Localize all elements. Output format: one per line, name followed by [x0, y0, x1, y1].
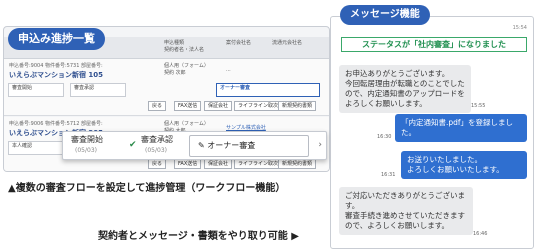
- message-bubble-outgoing: 「内定通知書.pdf」を登録しました。: [395, 114, 527, 142]
- check-icon: ✔: [129, 140, 137, 150]
- workflow-step[interactable]: 審査開始: [8, 83, 64, 97]
- workflow-step[interactable]: 本人確認: [8, 141, 64, 155]
- popup-step-review-approved: 審査承認: [141, 135, 173, 144]
- caption-messaging: 契約者とメッセージ・書類をやり取り可能 ▶: [98, 231, 299, 242]
- header-company: 案付会社名: [226, 40, 252, 46]
- workflow-steps: 審査開始 審査承認 オーナー審査: [8, 83, 326, 97]
- record-property-name[interactable]: いえらぶマンション新宿 105: [9, 70, 103, 80]
- message-bubble-incoming: ご対応いただきありがとうございます。 審査手続き進めさせていただきますので、よろ…: [339, 187, 473, 235]
- popup-step-review-start: 審査開始: [71, 135, 103, 144]
- guarantor-button[interactable]: 保証会社: [204, 101, 233, 111]
- chevron-right-icon[interactable]: ›: [318, 140, 322, 150]
- record-type: 個人用（フォーム）: [164, 121, 209, 127]
- section-title-message: メッセージ機能: [340, 5, 430, 25]
- record-person: 契約 次郎: [164, 70, 186, 76]
- record-meta: 申込番号:9004 物件番号:5731 部屋番号:: [9, 63, 103, 69]
- popup-step-date: (05/03): [75, 147, 97, 154]
- new-contract-button[interactable]: 新規契約書類: [278, 159, 317, 169]
- workflow-step-active[interactable]: オーナー審査: [216, 83, 320, 97]
- message-timestamp: 15:54: [512, 25, 527, 31]
- message-panel: 15:54 ステータスが「社内審査」になりました お申込ありがとうございます。 …: [330, 16, 534, 249]
- popup-active-label: オーナー審査: [207, 141, 256, 150]
- fax-button[interactable]: FAX送信: [174, 101, 202, 111]
- message-bubble-incoming: お申込ありがとうございます。 今回転居理由が転職とのことでしたので、内定通知書の…: [339, 65, 471, 113]
- lifeline-button[interactable]: ライフライン取次: [234, 101, 283, 111]
- lifeline-button[interactable]: ライフライン取次: [234, 159, 283, 169]
- message-timestamp: 16:31: [381, 172, 396, 178]
- message-timestamp: 15:55: [471, 103, 486, 109]
- fax-button[interactable]: FAX送信: [174, 159, 202, 169]
- back-button[interactable]: 戻る: [148, 101, 167, 111]
- header-application-type: 申込種類 契約者名・法人名: [164, 40, 205, 53]
- guarantor-button[interactable]: 保証会社: [204, 159, 233, 169]
- table-row[interactable]: 申込番号:9004 物件番号:5731 部屋番号: いえらぶマンション新宿 10…: [4, 59, 329, 116]
- new-contract-button[interactable]: 新規契約書類: [278, 101, 317, 111]
- message-timestamp: 16:46: [473, 231, 488, 237]
- popup-step-owner-review[interactable]: ✎ オーナー審査: [189, 135, 309, 157]
- workflow-step[interactable]: 審査承認: [70, 83, 126, 97]
- back-button[interactable]: 戻る: [148, 159, 167, 169]
- workflow-popup: 審査開始 (05/03) ✔ 審査承認 (05/03) ✎ オーナー審査 ›: [62, 131, 327, 160]
- caption-workflow: ▲複数の審査フローを設定して進捗管理（ワークフロー機能）: [8, 183, 286, 194]
- message-timestamp: 16:30: [377, 134, 392, 140]
- record-meta: 申込番号:9006 物件番号:5712 部屋番号:: [9, 121, 103, 127]
- status-banner: ステータスが「社内審査」になりました: [341, 37, 527, 52]
- message-bubble-outgoing: お送りいたしました。 よろしくお願いいたします。: [401, 151, 527, 179]
- pencil-icon: ✎: [198, 141, 205, 150]
- section-title-progress-list: 申込み進捗一覧: [8, 28, 105, 50]
- record-company: ...: [226, 67, 231, 73]
- popup-step-date: (05/03): [145, 147, 167, 154]
- record-type: 個人用（フォーム）: [164, 63, 209, 69]
- header-source-company: 流通元会社名: [272, 40, 303, 46]
